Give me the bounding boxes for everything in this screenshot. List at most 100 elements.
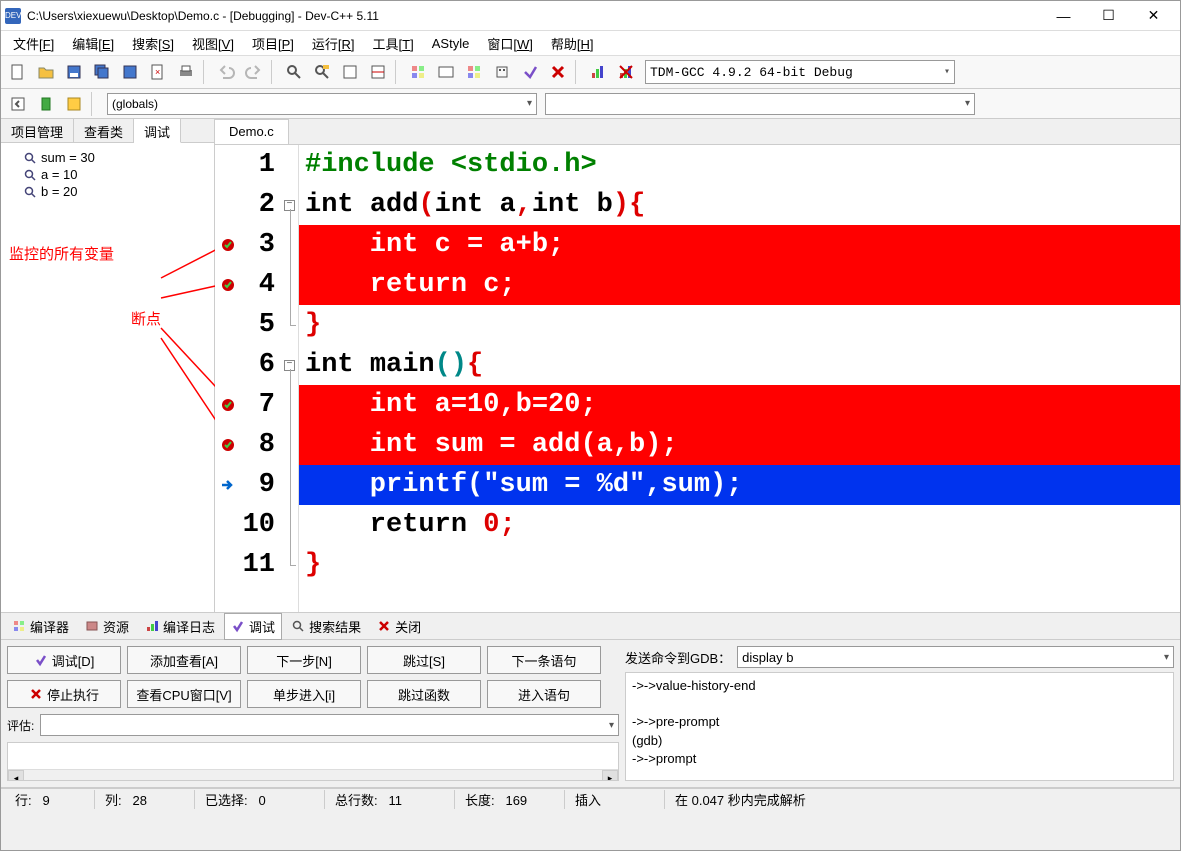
watch-item[interactable]: sum = 30 [7,149,208,166]
debug-btn-进入语句[interactable]: 进入语句 [487,680,601,708]
find-next-icon[interactable] [337,59,363,85]
minimize-button[interactable]: — [1041,2,1086,30]
gutter-line[interactable]: 11 [215,545,275,585]
compiler-select[interactable]: TDM-GCC 4.9.2 64-bit Debug▾ [645,60,955,84]
bottom-tab-4[interactable]: 搜索结果 [284,613,368,640]
gutter-line[interactable]: 1 [215,145,275,185]
fold-cell [281,265,298,305]
debug-btn-查看CPU窗口[V][interactable]: 查看CPU窗口[V] [127,680,241,708]
debug-btn-添加查看[A][interactable]: 添加查看[A] [127,646,241,674]
gutter-line[interactable]: 6 [215,345,275,385]
debug-btn-单步进入[i][interactable]: 单步进入[i] [247,680,361,708]
gutter-line[interactable]: 5 [215,305,275,345]
gdb-output[interactable]: ->->value-history-end ->->pre-prompt(gdb… [625,672,1174,781]
back-icon[interactable] [5,91,31,117]
maximize-button[interactable]: ☐ [1086,2,1131,30]
gutter-line[interactable]: 2 [215,185,275,225]
redo-icon[interactable] [241,59,267,85]
close-button[interactable]: ✕ [1131,2,1176,30]
code-line[interactable]: } [299,545,1180,585]
save-as-icon[interactable] [117,59,143,85]
code-line[interactable]: return 0; [299,505,1180,545]
menu-编辑[interactable]: 编辑[E] [64,32,122,55]
menu-文件[interactable]: 文件[F] [5,32,62,55]
titlebar: DEV C:\Users\xiexuewu\Desktop\Demo.c - [… [1,1,1180,31]
replace-icon[interactable] [309,59,335,85]
code-line[interactable]: int sum = add(a,b); [299,425,1180,465]
code-line[interactable]: } [299,305,1180,345]
menu-AStyle[interactable]: AStyle [424,34,478,53]
close-doc-icon[interactable]: × [145,59,171,85]
code-line[interactable]: int a=10,b=20; [299,385,1180,425]
left-tab-1[interactable]: 查看类 [74,119,134,142]
bottom-tab-1[interactable]: 资源 [78,613,136,640]
run-icon[interactable] [433,59,459,85]
code-line[interactable]: int c = a+b; [299,225,1180,265]
left-tab-0[interactable]: 项目管理 [1,119,74,142]
compile-run-icon[interactable] [461,59,487,85]
gutter-line[interactable]: 3 [215,225,275,265]
compile-icon[interactable] [405,59,431,85]
bottom-tab-5[interactable]: 关闭 [370,613,428,640]
undo-icon[interactable] [213,59,239,85]
fold-cell[interactable]: − [281,345,298,385]
left-tab-2[interactable]: 调试 [134,119,181,143]
window-title: C:\Users\xiexuewu\Desktop\Demo.c - [Debu… [27,9,1041,23]
goto-line-icon[interactable] [365,59,391,85]
eval-label: 评估: [7,717,34,734]
eval-input[interactable]: ▾ [40,714,619,736]
stop-icon[interactable] [545,59,571,85]
code-line[interactable]: printf("sum = %d",sum); [299,465,1180,505]
print-icon[interactable] [173,59,199,85]
watch-item[interactable]: b = 20 [7,183,208,200]
save-all-icon[interactable] [89,59,115,85]
menu-视图[interactable]: 视图[V] [184,32,242,55]
debug-btn-下一条语句[interactable]: 下一条语句 [487,646,601,674]
code-line[interactable]: #include <stdio.h> [299,145,1180,185]
code-line[interactable]: int main(){ [299,345,1180,385]
goto-icon[interactable] [61,91,87,117]
delete-profile-icon[interactable] [613,59,639,85]
menu-帮助[interactable]: 帮助[H] [543,32,602,55]
gdb-command-input[interactable]: display b▾ [737,646,1174,668]
menu-窗口[interactable]: 窗口[W] [479,32,541,55]
code-area[interactable]: 1234567891011 −− #include <stdio.h>int a… [215,145,1180,612]
gutter-line[interactable]: 9 [215,465,275,505]
open-file-icon[interactable] [33,59,59,85]
menu-项目[interactable]: 项目[P] [244,32,302,55]
debug-btn-跳过函数[interactable]: 跳过函数 [367,680,481,708]
profile-icon[interactable] [585,59,611,85]
find-icon[interactable] [281,59,307,85]
menu-工具[interactable]: 工具[T] [365,32,422,55]
code-line[interactable]: return c; [299,265,1180,305]
code-line[interactable]: int add(int a,int b){ [299,185,1180,225]
gutter-line[interactable]: 10 [215,505,275,545]
gdb-send-label: 发送命令到GDB： [625,648,731,667]
eval-output[interactable]: ◂▸ [7,742,619,781]
toolbar-secondary: (globals)▾ ▾ [1,89,1180,119]
fold-cell[interactable]: − [281,185,298,225]
breakpoint-icon [219,236,237,254]
bottom-tab-2[interactable]: 编译日志 [138,613,222,640]
function-select[interactable]: ▾ [545,93,975,115]
gutter-line[interactable]: 7 [215,385,275,425]
debug-btn-调试[D][interactable]: 调试[D] [7,646,121,674]
globals-select[interactable]: (globals)▾ [107,93,537,115]
current-line-icon [219,476,237,494]
gutter-line[interactable]: 4 [215,265,275,305]
watch-item[interactable]: a = 10 [7,166,208,183]
menu-运行[interactable]: 运行[R] [304,32,363,55]
debug-btn-下一步[N][interactable]: 下一步[N] [247,646,361,674]
debug-btn-跳过[S][interactable]: 跳过[S] [367,646,481,674]
debug-btn-停止执行[interactable]: 停止执行 [7,680,121,708]
bottom-tab-3[interactable]: 调试 [224,613,282,640]
save-icon[interactable] [61,59,87,85]
bookmark-icon[interactable] [33,91,59,117]
new-file-icon[interactable] [5,59,31,85]
debug-icon[interactable] [517,59,543,85]
menu-搜索[interactable]: 搜索[S] [124,32,182,55]
rebuild-icon[interactable] [489,59,515,85]
gutter-line[interactable]: 8 [215,425,275,465]
bottom-tab-0[interactable]: 编译器 [5,613,76,640]
editor-tab-demo[interactable]: Demo.c [215,119,289,144]
